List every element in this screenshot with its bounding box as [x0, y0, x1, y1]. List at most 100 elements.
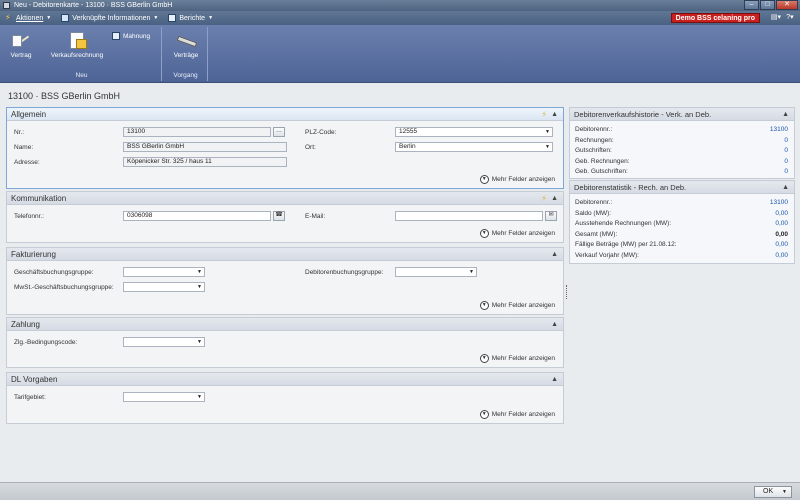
- fasttab-service-defaults-header[interactable]: DL Vorgaben ▲: [7, 373, 563, 386]
- email-field[interactable]: [395, 211, 543, 221]
- nr-field[interactable]: 13100: [123, 127, 271, 137]
- show-more-fields-button[interactable]: ▼ Mehr Felder anzeigen: [479, 175, 555, 184]
- postcode-select[interactable]: 12555 ▼: [395, 127, 553, 137]
- show-more-fields-label: Mehr Felder anzeigen: [491, 355, 555, 362]
- fasttab-payment-title: Zahlung: [11, 320, 40, 329]
- payment-terms-select[interactable]: ▼: [123, 337, 205, 347]
- fb-row-value[interactable]: 0,00: [775, 251, 788, 262]
- fb-row-value[interactable]: 0,00: [775, 219, 788, 230]
- fasttab-communication: Kommunikation ⚡ ▲ Telefonnr.: 0306098 ☎ …: [6, 191, 564, 243]
- chevron-down-icon: ▼: [197, 284, 202, 290]
- fasttab-service-defaults-title: DL Vorgaben: [11, 375, 58, 384]
- fb-row: Gutschriften: 0: [570, 146, 794, 157]
- business-posting-group-select[interactable]: ▼: [123, 267, 205, 277]
- collapse-icon[interactable]: ▲: [551, 373, 558, 386]
- fb-row-label: Geb. Gutschriften:: [575, 168, 628, 175]
- show-more-fields-label: Mehr Felder anzeigen: [491, 302, 555, 309]
- show-more-fields-button[interactable]: ▼ Mehr Felder anzeigen: [479, 410, 555, 419]
- collapse-icon[interactable]: ▲: [551, 192, 558, 205]
- expand-circle-icon: ▼: [479, 354, 489, 363]
- customer-posting-group-select[interactable]: ▼: [395, 267, 477, 277]
- menu-reports-label: Berichte: [179, 14, 206, 22]
- fasttab-invoicing-title: Fakturierung: [11, 250, 56, 259]
- close-icon[interactable]: ✕: [776, 0, 798, 10]
- expand-circle-icon: ▼: [479, 175, 489, 184]
- fb-row-label: Gesamt (MW):: [575, 230, 618, 238]
- ribbon-sales-invoice-button[interactable]: Verkaufsrechnung: [46, 31, 108, 59]
- tariff-area-label: Tarifgebiet:: [14, 394, 46, 401]
- fb-row-value[interactable]: 0: [784, 146, 788, 157]
- show-more-fields-button[interactable]: ▼ Mehr Felder anzeigen: [479, 229, 555, 238]
- fb-row-label: Rechnungen:: [575, 136, 614, 144]
- chevron-down-icon: ▼: [153, 15, 159, 21]
- name-field[interactable]: BSS GBerlin GmbH: [123, 142, 287, 152]
- fb-row-value[interactable]: 13100: [770, 198, 788, 209]
- splitter-handle[interactable]: [566, 285, 568, 299]
- city-select[interactable]: Berlin ▼: [395, 142, 553, 152]
- address-field[interactable]: Köpenicker Str. 325 / haus 11: [123, 157, 287, 167]
- assist-edit-button[interactable]: …: [273, 127, 285, 137]
- collapse-icon[interactable]: ▲: [551, 318, 558, 331]
- show-more-fields-button[interactable]: ▼ Mehr Felder anzeigen: [479, 354, 555, 363]
- menu-right: ▤▾ ?▾: [769, 13, 797, 23]
- fasttab-invoicing-header[interactable]: Fakturierung ▲: [7, 248, 563, 261]
- menu-linked-info[interactable]: Verknüpfte Informationen ▼: [56, 11, 163, 25]
- address-label: Adresse:: [14, 159, 40, 166]
- fb-row-value[interactable]: 0: [784, 136, 788, 147]
- fb-row-label: Ausstehende Rechnungen (MW):: [575, 220, 672, 227]
- city-label: Ort:: [305, 144, 316, 151]
- help-icon[interactable]: ?▾: [783, 13, 797, 23]
- menu-bar: ⚡ Aktionen ▼ Verknüpfte Informationen ▼ …: [0, 11, 800, 25]
- company-badge: Demo BSS celaning pro: [670, 13, 760, 23]
- fb-row-value[interactable]: 0: [784, 167, 788, 178]
- sales-invoice-icon: [66, 31, 88, 49]
- collapse-icon[interactable]: ▲: [782, 108, 789, 121]
- fasttab-general-header[interactable]: Allgemein ⚡ ▲: [7, 108, 563, 121]
- phone-call-icon[interactable]: ☎: [273, 211, 285, 221]
- chevron-down-icon[interactable]: ▼: [782, 487, 787, 497]
- show-more-fields-label: Mehr Felder anzeigen: [491, 411, 555, 418]
- factbox-sales-history-header[interactable]: Debitorenverkaufshistorie - Verk. an Deb…: [570, 108, 794, 121]
- window-controls: – □ ✕: [743, 0, 798, 11]
- menu-actions[interactable]: ⚡ Aktionen ▼: [0, 11, 56, 25]
- ok-button[interactable]: OK ▼: [754, 486, 792, 498]
- collapse-icon[interactable]: ▲: [551, 108, 558, 121]
- page-title: 13100 · BSS GBerlin GmbH: [8, 91, 121, 101]
- ribbon-reminder-button[interactable]: Mahnung: [112, 32, 150, 40]
- fb-row-value[interactable]: 0,00: [775, 240, 788, 251]
- fb-row-value: 0,00: [775, 230, 788, 238]
- chevron-down-icon: ▼: [545, 129, 550, 135]
- ribbon-contract-button[interactable]: Vertrag: [8, 31, 34, 59]
- fasttab-payment: Zahlung ▲ Zlg.-Bedingungscode: ▼ ▼ Mehr …: [6, 317, 564, 368]
- show-more-fields-label: Mehr Felder anzeigen: [491, 176, 555, 183]
- ok-button-label: OK: [763, 488, 774, 495]
- fb-row-label: Debitorennr.:: [575, 199, 613, 206]
- phone-field[interactable]: 0306098: [123, 211, 271, 221]
- nr-label: Nr.:: [14, 129, 25, 136]
- ribbon-contracts-button[interactable]: Verträge: [170, 31, 202, 59]
- menu-reports[interactable]: Berichte ▼: [163, 11, 218, 25]
- fb-row-value[interactable]: 13100: [770, 125, 788, 136]
- fb-row-value[interactable]: 0: [784, 157, 788, 168]
- minimize-icon[interactable]: –: [744, 0, 759, 10]
- collapse-icon[interactable]: ▲: [551, 248, 558, 261]
- views-icon[interactable]: ▤▾: [769, 13, 783, 23]
- maximize-icon[interactable]: □: [760, 0, 775, 10]
- fb-row: Saldo (MW): 0,00: [570, 209, 794, 220]
- contract-pen-icon: [10, 31, 32, 49]
- bolt-icon: ⚡: [541, 194, 547, 203]
- fb-row-label: Debitorennr.:: [575, 126, 613, 133]
- send-email-icon[interactable]: ✉: [545, 211, 557, 221]
- vat-posting-group-label: MwSt.-Geschäftsbuchungsgruppe:: [14, 284, 114, 291]
- collapse-icon[interactable]: ▲: [782, 181, 789, 194]
- fb-row: Rechnungen: 0: [570, 136, 794, 147]
- fb-row-value[interactable]: 0,00: [775, 209, 788, 220]
- show-more-fields-button[interactable]: ▼ Mehr Felder anzeigen: [479, 301, 555, 310]
- factbox-customer-statistics-header[interactable]: Debitorenstatistik - Rech. an Deb. ▲: [570, 181, 794, 194]
- expand-circle-icon: ▼: [479, 410, 489, 419]
- vat-posting-group-select[interactable]: ▼: [123, 282, 205, 292]
- fasttab-communication-header[interactable]: Kommunikation ⚡ ▲: [7, 192, 563, 205]
- fasttab-payment-header[interactable]: Zahlung ▲: [7, 318, 563, 331]
- email-label: E-Mail:: [305, 213, 326, 220]
- tariff-area-select[interactable]: ▼: [123, 392, 205, 402]
